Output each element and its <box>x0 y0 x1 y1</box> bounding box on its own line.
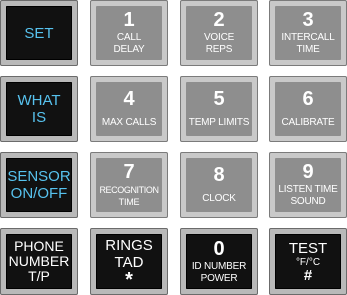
rings-tad-key[interactable]: RINGS TAD * <box>90 228 168 295</box>
phone-line1: PHONE <box>14 238 64 254</box>
key-3-line1: INTERCALL <box>281 32 335 43</box>
key-2-digit: 2 <box>213 9 225 31</box>
key-5[interactable]: 5 TEMP LIMITS <box>180 76 258 142</box>
rings-line1: RINGS <box>105 236 153 254</box>
key-0-digit: 0 <box>213 237 225 260</box>
what-is-key[interactable]: WHAT IS <box>0 76 78 142</box>
key-1-digit: 1 <box>123 9 135 31</box>
key-2[interactable]: 2 VOICE REPS <box>180 0 258 66</box>
key-9[interactable]: 9 LISTEN TIME SOUND <box>269 152 347 218</box>
key-3-line2: TIME <box>296 44 320 55</box>
key-7-line1: RECOGNITION <box>99 185 159 195</box>
key-6-digit: 6 <box>302 88 314 110</box>
key-8-digit: 8 <box>213 164 225 186</box>
test-line1: TEST <box>288 240 328 257</box>
key-7-line2: TIME <box>118 197 140 207</box>
keypad: SET 1 CALL DELAY 2 VOICE REPS 3 INTERCAL… <box>0 0 347 295</box>
what-is-line1: WHAT <box>17 92 61 109</box>
key-3-digit: 3 <box>302 9 314 31</box>
key-9-digit: 9 <box>302 161 314 183</box>
key-0-line2: POWER <box>200 272 238 284</box>
key-9-line2: SOUND <box>290 196 326 207</box>
hash-symbol: # <box>303 267 313 284</box>
phone-line3: T/P <box>28 268 50 284</box>
key-6-line1: CALIBRATE <box>281 117 335 128</box>
sensor-on-off-key[interactable]: SENSOR ON/OFF <box>0 152 78 218</box>
rings-line2: TAD <box>114 253 144 271</box>
key-9-line1: LISTEN TIME <box>278 184 338 195</box>
key-7[interactable]: 7 RECOGNITION TIME <box>90 152 168 218</box>
key-1[interactable]: 1 CALL DELAY <box>90 0 168 66</box>
key-4-line1: MAX CALLS <box>101 117 157 128</box>
phone-number-key[interactable]: PHONE NUMBER T/P <box>0 228 78 295</box>
star-symbol: * <box>125 268 133 291</box>
key-8[interactable]: 8 CLOCK <box>180 152 258 218</box>
key-6[interactable]: 6 CALIBRATE <box>269 76 347 142</box>
key-0-line1: ID NUMBER <box>191 260 247 272</box>
key-2-line1: VOICE <box>203 32 235 43</box>
key-2-line2: REPS <box>205 44 233 55</box>
key-0[interactable]: 0 ID NUMBER POWER <box>180 228 258 295</box>
key-4[interactable]: 4 MAX CALLS <box>90 76 168 142</box>
key-5-digit: 5 <box>213 88 225 110</box>
set-key-label: SET <box>24 24 54 42</box>
key-8-line1: CLOCK <box>202 193 236 204</box>
key-5-line1: TEMP LIMITS <box>188 117 250 128</box>
key-7-digit: 7 <box>123 161 135 183</box>
test-key[interactable]: TEST °F/°C # <box>269 228 347 295</box>
phone-line2: NUMBER <box>8 253 70 269</box>
key-1-line2: DELAY <box>113 44 145 55</box>
key-1-line1: CALL <box>116 32 142 43</box>
key-4-digit: 4 <box>123 88 135 110</box>
set-key[interactable]: SET <box>0 0 78 66</box>
sensor-line1: SENSOR <box>7 168 71 185</box>
what-is-line2: IS <box>31 109 47 126</box>
key-3[interactable]: 3 INTERCALL TIME <box>269 0 347 66</box>
sensor-line2: ON/OFF <box>10 185 68 202</box>
